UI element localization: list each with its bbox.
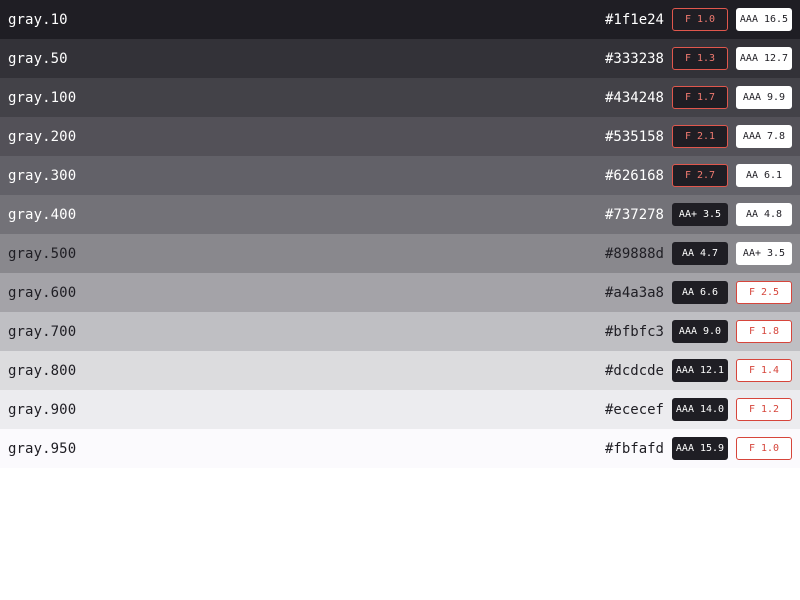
swatch-row-gray-400[interactable]: gray.400 #737278 AA+ 3.5 AA 4.8 xyxy=(0,195,800,234)
contrast-badge-on-dark: AAA 9.0 xyxy=(672,320,728,343)
swatch-name: gray.700 xyxy=(8,323,77,340)
contrast-badge-on-dark: F 1.7 xyxy=(672,86,728,109)
swatch-hex: #333238 xyxy=(604,50,664,67)
contrast-badge-on-light: F 1.0 xyxy=(736,437,792,460)
contrast-badge-on-dark: F 1.3 xyxy=(672,47,728,70)
swatch-name: gray.50 xyxy=(8,50,68,67)
contrast-badge-on-light: F 1.8 xyxy=(736,320,792,343)
contrast-badge-on-light: F 1.2 xyxy=(736,398,792,421)
swatch-name: gray.500 xyxy=(8,245,77,262)
swatch-hex: #626168 xyxy=(604,167,664,184)
contrast-badge-on-dark: F 2.1 xyxy=(672,125,728,148)
contrast-badge-on-dark: AA 4.7 xyxy=(672,242,728,265)
contrast-badge-on-dark: AAA 14.0 xyxy=(672,398,728,421)
contrast-badge-on-light: AA+ 3.5 xyxy=(736,242,792,265)
swatch-name: gray.100 xyxy=(8,89,77,106)
contrast-badge-on-dark: AA 6.6 xyxy=(672,281,728,304)
swatch-row-gray-300[interactable]: gray.300 #626168 F 2.7 AA 6.1 xyxy=(0,156,800,195)
swatch-row-gray-200[interactable]: gray.200 #535158 F 2.1 AAA 7.8 xyxy=(0,117,800,156)
contrast-badge-on-light: AAA 12.7 xyxy=(736,47,792,70)
swatch-hex: #1f1e24 xyxy=(604,11,664,28)
contrast-badge-on-dark: AA+ 3.5 xyxy=(672,203,728,226)
swatch-name: gray.900 xyxy=(8,401,77,418)
swatch-name: gray.600 xyxy=(8,284,77,301)
swatch-row-gray-50[interactable]: gray.50 #333238 F 1.3 AAA 12.7 xyxy=(0,39,800,78)
contrast-badge-on-light: F 1.4 xyxy=(736,359,792,382)
swatch-row-gray-700[interactable]: gray.700 #bfbfc3 AAA 9.0 F 1.8 xyxy=(0,312,800,351)
swatch-name: gray.400 xyxy=(8,206,77,223)
swatch-hex: #bfbfc3 xyxy=(604,323,664,340)
swatch-name: gray.200 xyxy=(8,128,77,145)
swatch-hex: #a4a3a8 xyxy=(604,284,664,301)
swatch-hex: #ececef xyxy=(604,401,664,418)
swatch-row-gray-950[interactable]: gray.950 #fbfafd AAA 15.9 F 1.0 xyxy=(0,429,800,468)
contrast-badge-on-light: F 2.5 xyxy=(736,281,792,304)
swatch-name: gray.950 xyxy=(8,440,77,457)
swatch-name: gray.300 xyxy=(8,167,77,184)
contrast-badge-on-dark: F 1.0 xyxy=(672,8,728,31)
swatch-hex: #dcdcde xyxy=(604,362,664,379)
swatch-hex: #434248 xyxy=(604,89,664,106)
contrast-badge-on-light: AAA 9.9 xyxy=(736,86,792,109)
swatch-row-gray-10[interactable]: gray.10 #1f1e24 F 1.0 AAA 16.5 xyxy=(0,0,800,39)
swatch-name: gray.800 xyxy=(8,362,77,379)
contrast-badge-on-dark: AAA 12.1 xyxy=(672,359,728,382)
swatch-row-gray-800[interactable]: gray.800 #dcdcde AAA 12.1 F 1.4 xyxy=(0,351,800,390)
swatch-list: gray.10 #1f1e24 F 1.0 AAA 16.5 gray.50 #… xyxy=(0,0,800,468)
swatch-name: gray.10 xyxy=(8,11,68,28)
contrast-badge-on-dark: F 2.7 xyxy=(672,164,728,187)
swatch-row-gray-900[interactable]: gray.900 #ececef AAA 14.0 F 1.2 xyxy=(0,390,800,429)
swatch-hex: #89888d xyxy=(604,245,664,262)
swatch-row-gray-100[interactable]: gray.100 #434248 F 1.7 AAA 9.9 xyxy=(0,78,800,117)
swatch-hex: #535158 xyxy=(604,128,664,145)
swatch-row-gray-600[interactable]: gray.600 #a4a3a8 AA 6.6 F 2.5 xyxy=(0,273,800,312)
contrast-badge-on-light: AAA 7.8 xyxy=(736,125,792,148)
swatch-row-gray-500[interactable]: gray.500 #89888d AA 4.7 AA+ 3.5 xyxy=(0,234,800,273)
contrast-badge-on-light: AAA 16.5 xyxy=(736,8,792,31)
contrast-badge-on-light: AA 4.8 xyxy=(736,203,792,226)
contrast-badge-on-dark: AAA 15.9 xyxy=(672,437,728,460)
swatch-hex: #fbfafd xyxy=(604,440,664,457)
contrast-badge-on-light: AA 6.1 xyxy=(736,164,792,187)
swatch-hex: #737278 xyxy=(604,206,664,223)
